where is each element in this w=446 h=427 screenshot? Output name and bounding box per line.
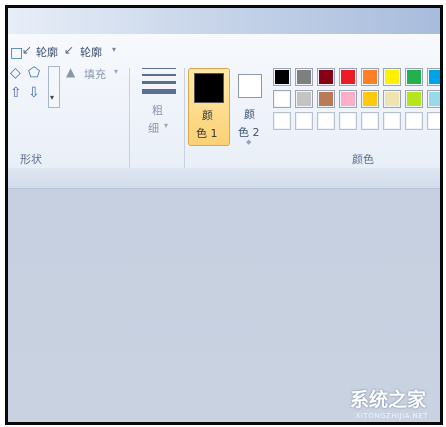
palette-color-swatch[interactable] [317, 90, 335, 108]
chevron-down-icon: ▾ [112, 45, 117, 54]
palette-color-swatch[interactable] [339, 68, 357, 86]
palette-color-swatch[interactable] [295, 112, 313, 130]
palette-color-swatch[interactable] [295, 68, 313, 86]
shapes-scroll[interactable]: ▾ [48, 66, 60, 108]
palette-color-swatch[interactable] [427, 90, 440, 108]
shape-fill-button[interactable]: ▲ 填充 ▾ [66, 65, 126, 81]
palette-color-swatch[interactable] [405, 68, 423, 86]
palette-color-swatch[interactable] [361, 68, 379, 86]
palette-color-swatch[interactable] [405, 112, 423, 130]
color2-button[interactable]: 颜 色 2 ◆ [232, 68, 272, 146]
size-label-bottom: 细 [148, 122, 159, 135]
size-label-top: 粗 [152, 104, 163, 117]
watermark-text: 系统之家 [349, 389, 426, 411]
palette-color-swatch[interactable] [427, 112, 440, 130]
ribbon-bottom-strip [8, 168, 440, 189]
pen-icon: ↙ [64, 43, 75, 57]
color2-swatch [238, 74, 262, 98]
line-size-icon [142, 68, 176, 99]
up-arrow-shape-icon[interactable]: ⇧ [10, 86, 22, 100]
shapes-group-title: 形状 [20, 153, 42, 166]
down-arrow-shape-icon[interactable]: ⇩ [28, 86, 40, 100]
shape-outline-button-1[interactable]: ↙ 轮廓 [22, 43, 68, 59]
fill-bucket-icon: ▲ [66, 65, 76, 79]
colors-group-title: 颜色 [352, 153, 374, 166]
color1-label-bottom: 色 1 [196, 127, 218, 140]
palette-color-swatch[interactable] [405, 90, 423, 108]
palette-color-swatch[interactable] [273, 68, 291, 86]
color1-button[interactable]: 颜 色 1 [188, 68, 230, 146]
shape-outline-button-2[interactable]: ↙ 轮廓 ▾ [64, 43, 126, 59]
color1-swatch [194, 73, 224, 103]
palette-color-swatch[interactable] [317, 68, 335, 86]
palette-color-swatch[interactable] [361, 90, 379, 108]
chevron-down-icon: ▾ [114, 67, 119, 76]
watermark-subtext: XITONGZHIJIA.NET [355, 412, 428, 420]
palette-color-swatch[interactable] [361, 112, 379, 130]
chevron-down-icon: ▾ [164, 121, 169, 130]
palette-color-swatch[interactable] [339, 112, 357, 130]
palette-color-swatch[interactable] [295, 90, 313, 108]
palette-color-swatch[interactable] [383, 68, 401, 86]
palette-color-swatch[interactable] [427, 68, 440, 86]
palette-color-swatch[interactable] [383, 90, 401, 108]
palette-color-swatch[interactable] [339, 90, 357, 108]
chevron-down-icon: ◆ [246, 138, 252, 146]
palette-color-swatch[interactable] [317, 112, 335, 130]
title-bar [8, 8, 440, 34]
paint-window: □ ◇ ⬠ ⇧ ⇩ ▾ ↙ 轮廓 ↙ 轮廓 ▾ ▲ 填充 ▾ 形状 粗 细 ▾ … [5, 5, 443, 425]
ribbon: □ ◇ ⬠ ⇧ ⇩ ▾ ↙ 轮廓 ↙ 轮廓 ▾ ▲ 填充 ▾ 形状 粗 细 ▾ … [8, 34, 440, 186]
chevron-down-icon: ▾ [50, 93, 55, 102]
color2-label-top: 颜 [244, 108, 255, 121]
diamond-shape-icon[interactable]: ◇ [10, 66, 21, 80]
outline-label: 轮廓 [80, 46, 102, 59]
size-button[interactable]: 粗 细 ▾ [136, 64, 178, 154]
color1-label-top: 颜 [202, 109, 213, 122]
palette-color-swatch[interactable] [273, 90, 291, 108]
palette-color-swatch[interactable] [383, 112, 401, 130]
brush-icon: ↙ [22, 43, 33, 57]
outline-label: 轮廓 [36, 46, 58, 59]
fill-label: 填充 [84, 68, 106, 81]
pentagon-shape-icon[interactable]: ⬠ [28, 66, 40, 80]
palette-color-swatch[interactable] [273, 112, 291, 130]
